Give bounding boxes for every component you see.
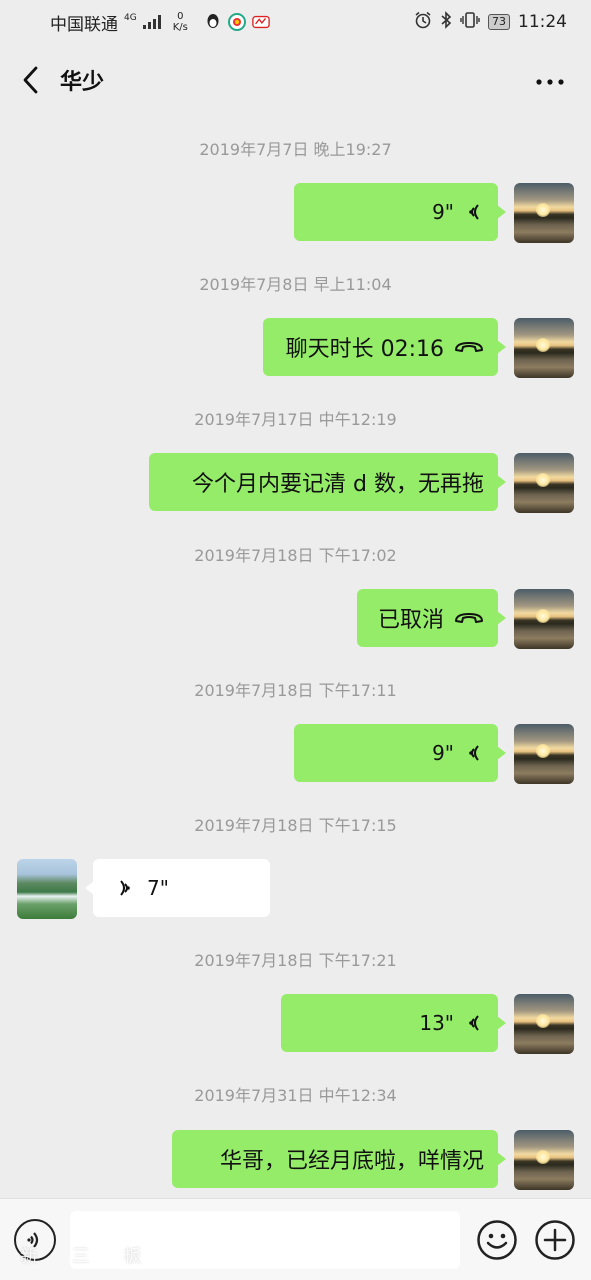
message-timestamp: 2019年7月31日 中午12:34	[194, 1086, 397, 1105]
message-list[interactable]: 2019年7月7日 晚上19:27 9" 2019年7月8日 早上11:04 聊…	[0, 116, 591, 1198]
voice-wave-icon	[464, 1012, 484, 1034]
voice-wave-icon	[115, 877, 135, 899]
my-avatar[interactable]	[514, 589, 574, 649]
voice-duration: 13"	[419, 1011, 454, 1035]
text-message-bubble[interactable]: 华哥，已经月底啦，咩情况	[172, 1130, 506, 1188]
network-type: 4G	[124, 12, 137, 23]
call-record-text: 聊天时长 02:16	[285, 337, 444, 362]
smiley-icon	[477, 1220, 517, 1260]
net-speed: 0 K/s	[173, 11, 188, 33]
watermark-text: 新 三 板	[20, 1246, 156, 1267]
message-timestamp: 2019年7月17日 中午12:19	[194, 410, 397, 429]
back-button[interactable]	[16, 64, 44, 96]
contact-avatar[interactable]	[17, 859, 77, 919]
chat-title: 华少	[60, 70, 105, 95]
plus-circle-icon	[535, 1220, 575, 1260]
signal-icon	[142, 15, 161, 29]
net-speed-unit: K/s	[172, 22, 188, 33]
voice-message-bubble[interactable]: 9"	[294, 724, 506, 782]
message-text: 今个月内要记清 d 数，无再拖	[192, 472, 484, 497]
weibo-icon	[252, 13, 270, 31]
chevron-left-icon	[23, 66, 38, 94]
browser-icon	[227, 13, 246, 31]
alarm-icon	[414, 11, 432, 34]
more-functions-button[interactable]	[534, 1219, 576, 1261]
my-avatar[interactable]	[514, 183, 574, 243]
emoji-button[interactable]	[476, 1219, 518, 1261]
carrier-name: 中国联通	[50, 14, 118, 35]
message-timestamp: 2019年7月18日 下午17:21	[194, 951, 397, 970]
voice-duration: 9"	[432, 200, 454, 224]
message-timestamp: 2019年7月18日 下午17:15	[194, 816, 397, 835]
voice-message-bubble[interactable]: 9"	[294, 183, 506, 241]
battery-indicator: 73	[488, 14, 510, 30]
more-options-button[interactable]	[535, 68, 565, 88]
voice-wave-icon	[464, 742, 484, 764]
call-record-bubble[interactable]: 聊天时长 02:16	[263, 318, 506, 376]
my-avatar[interactable]	[514, 453, 574, 513]
message-timestamp: 2019年7月8日 早上11:04	[199, 275, 392, 294]
call-record-text: 已取消	[377, 608, 444, 633]
status-bar: 中国联通 4G 0 K/s 73 11:24	[0, 0, 591, 44]
call-record-bubble[interactable]: 已取消	[357, 589, 506, 647]
more-dots-icon	[536, 79, 564, 85]
message-timestamp: 2019年7月18日 下午17:11	[194, 681, 397, 700]
message-timestamp: 2019年7月18日 下午17:02	[194, 546, 397, 565]
clock: 11:24	[518, 12, 567, 32]
my-avatar[interactable]	[514, 318, 574, 378]
voice-message-bubble[interactable]: 7"	[85, 859, 270, 917]
my-avatar[interactable]	[514, 1130, 574, 1190]
chat-header: 华少	[0, 44, 591, 116]
message-text: 华哥，已经月底啦，咩情况	[219, 1149, 484, 1174]
my-avatar[interactable]	[514, 994, 574, 1054]
net-speed-value: 0	[177, 11, 184, 22]
text-message-bubble[interactable]: 今个月内要记清 d 数，无再拖	[149, 453, 506, 511]
voice-wave-icon	[464, 201, 484, 223]
notification-icons	[204, 13, 270, 31]
qq-icon	[204, 13, 222, 31]
message-timestamp: 2019年7月7日 晚上19:27	[199, 140, 392, 159]
voice-duration: 7"	[147, 876, 169, 900]
voice-message-bubble[interactable]: 13"	[281, 994, 506, 1052]
vibrate-icon	[460, 11, 480, 34]
phone-hangup-icon	[454, 340, 484, 354]
phone-hangup-icon	[454, 611, 484, 625]
my-avatar[interactable]	[514, 724, 574, 784]
voice-duration: 9"	[432, 741, 454, 765]
bluetooth-icon	[440, 10, 452, 34]
